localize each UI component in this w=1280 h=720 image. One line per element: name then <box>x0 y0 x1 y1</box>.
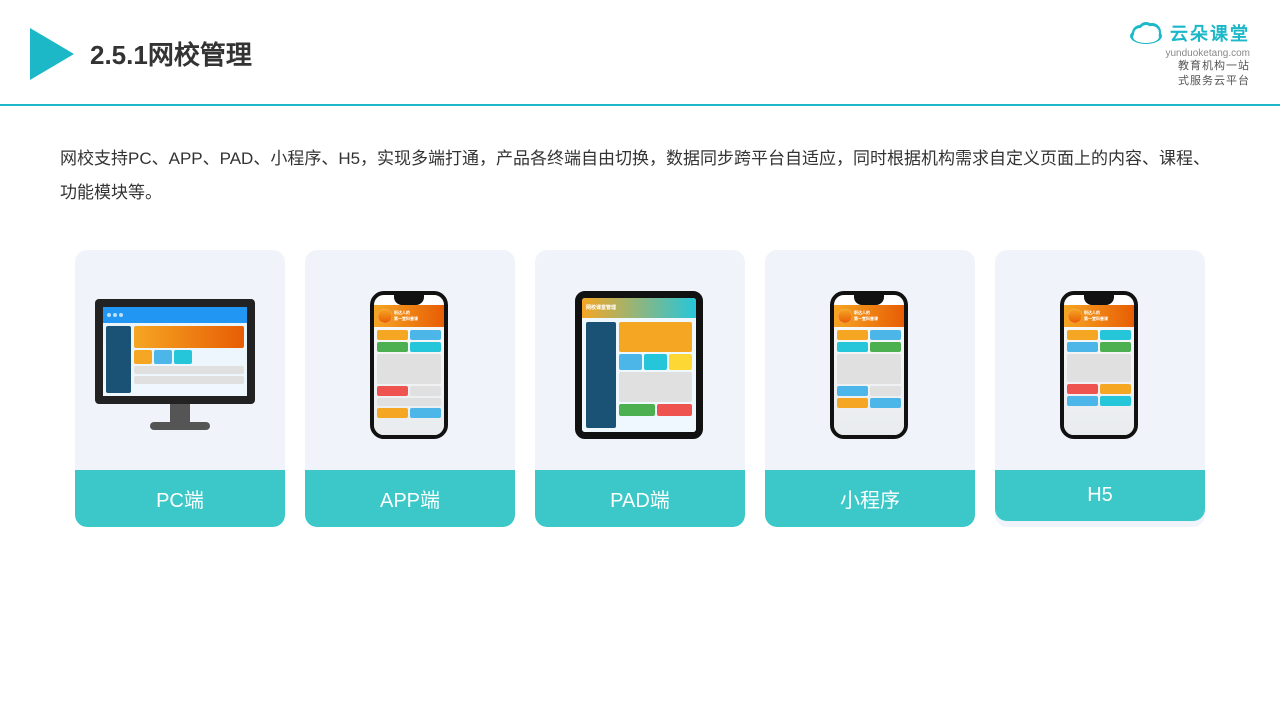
card-pad: 网校课堂管理 <box>535 250 745 527</box>
card-miniprogram-image: 职达人的第一堂科普课 <box>765 250 975 470</box>
card-app: 职达人的第一堂科普课 <box>305 250 515 527</box>
card-pad-label: PAD端 <box>535 470 745 527</box>
card-h5-label: H5 <box>995 470 1205 521</box>
card-h5: 职达人的第一堂科普课 <box>995 250 1205 527</box>
description-content: 网校支持PC、APP、PAD、小程序、H5，实现多端打通，产品各终端自由切换，数… <box>60 149 1210 202</box>
pc-mockup <box>95 299 265 430</box>
description-text: 网校支持PC、APP、PAD、小程序、H5，实现多端打通，产品各终端自由切换，数… <box>0 106 1280 230</box>
brand-tagline: 教育机构一站式服务云平台 <box>1165 59 1250 90</box>
card-pc-image <box>75 250 285 470</box>
brand-logo: 云朵课堂 yunduoketang.com 教育机构一站式服务云平台 <box>1126 18 1250 90</box>
app-phone-mockup: 职达人的第一堂科普课 <box>370 291 450 439</box>
cards-container: PC端 职达人的第一堂科普课 <box>0 230 1280 557</box>
card-h5-image: 职达人的第一堂科普课 <box>995 250 1205 470</box>
page-title: 2.5.1网校管理 <box>90 35 252 72</box>
h5-phone-mockup: 职达人的第一堂科普课 <box>1060 291 1140 439</box>
pad-mockup: 网校课堂管理 <box>575 291 705 439</box>
card-miniprogram: 职达人的第一堂科普课 <box>765 250 975 527</box>
card-app-image: 职达人的第一堂科普课 <box>305 250 515 470</box>
header: 2.5.1网校管理 云朵课堂 yunduoketan <box>0 0 1280 106</box>
card-pc-label: PC端 <box>75 470 285 527</box>
header-right: 云朵课堂 yunduoketang.com 教育机构一站式服务云平台 <box>1126 18 1250 90</box>
card-pc: PC端 <box>75 250 285 527</box>
cloud-icon <box>1126 18 1166 48</box>
monitor-screen <box>95 299 255 404</box>
brand-cloud: 云朵课堂 <box>1126 18 1250 48</box>
header-left: 2.5.1网校管理 <box>30 28 252 80</box>
miniprogram-phone-mockup: 职达人的第一堂科普课 <box>830 291 910 439</box>
card-pad-image: 网校课堂管理 <box>535 250 745 470</box>
brand-url: yunduoketang.com <box>1165 48 1250 59</box>
card-app-label: APP端 <box>305 470 515 527</box>
logo-triangle-icon <box>30 28 74 80</box>
brand-name: 云朵课堂 <box>1170 20 1250 46</box>
card-miniprogram-label: 小程序 <box>765 470 975 527</box>
